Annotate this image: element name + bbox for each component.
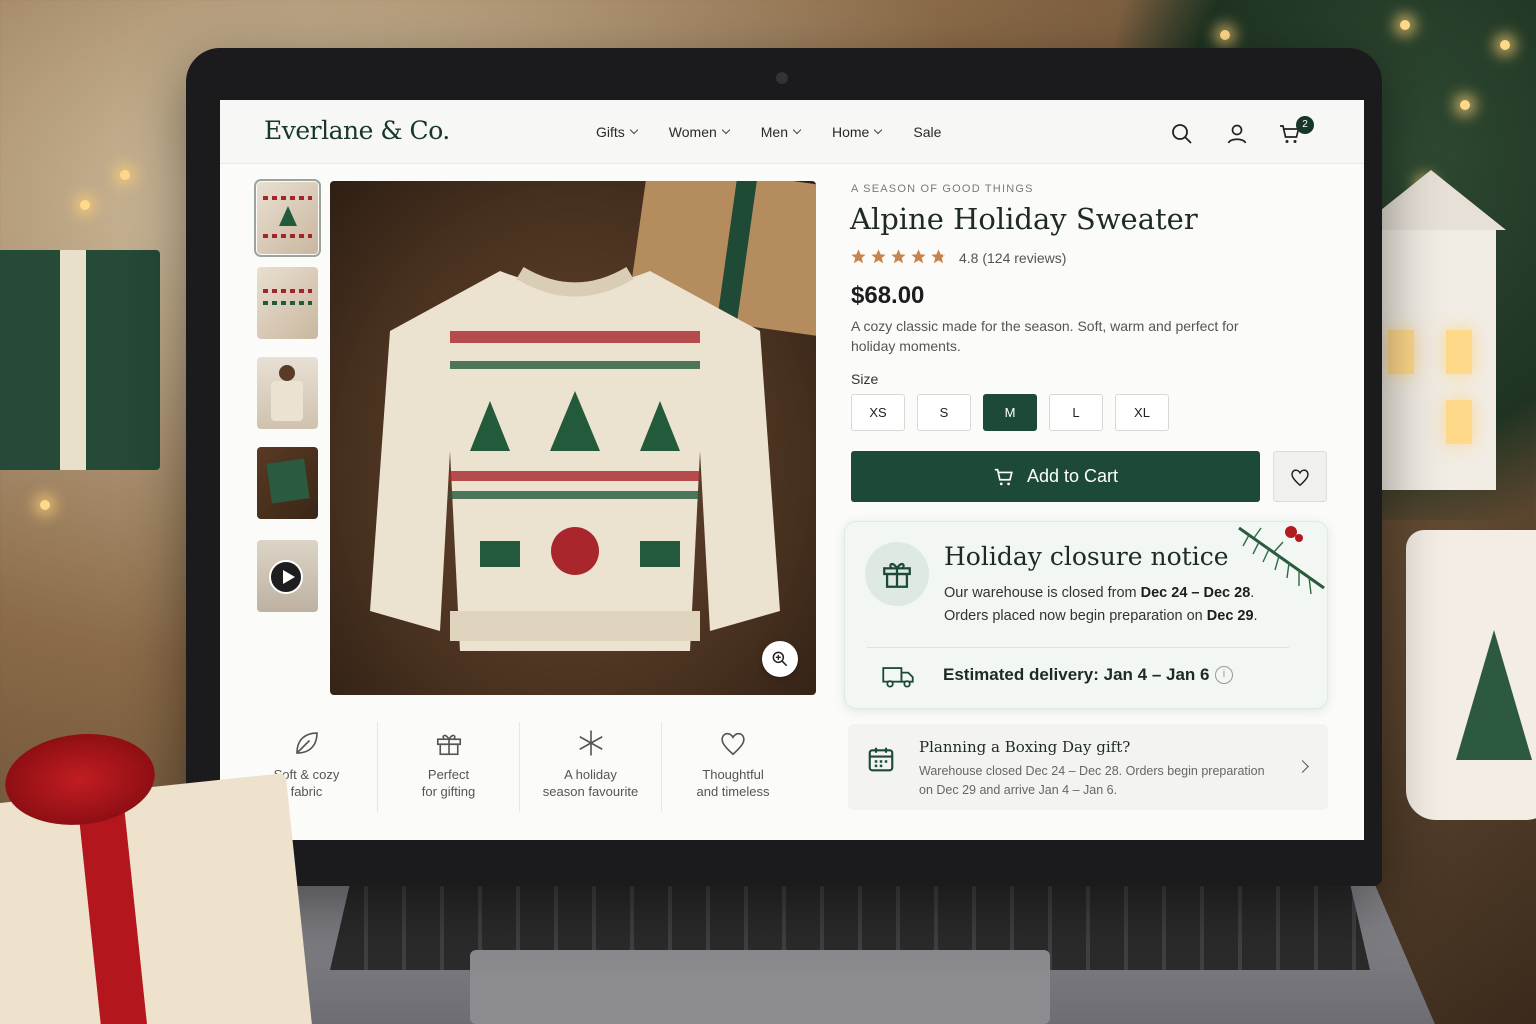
product-main-image xyxy=(330,181,816,695)
fairy-light xyxy=(120,170,130,180)
nav-link-label: Sale xyxy=(913,124,942,140)
nav-link-women[interactable]: Women xyxy=(668,124,731,140)
feature-item: A holiday season favourite xyxy=(520,722,662,812)
top-nav: Everlane & Co. Gifts Women Men Home Sale… xyxy=(220,100,1364,164)
thumbnail-gift-wrapped[interactable] xyxy=(257,447,318,519)
size-label: Size xyxy=(851,371,879,387)
size-selector: XS S M L XL xyxy=(851,394,1169,431)
rating-text[interactable]: 4.8 (124 reviews) xyxy=(959,250,1066,266)
feature-text: Thoughtful and timeless xyxy=(696,767,770,799)
search-icon[interactable] xyxy=(1170,122,1194,146)
holiday-closure-notice: Holiday closure notice Our warehouse is … xyxy=(844,521,1328,709)
fairy-light xyxy=(1460,100,1470,110)
feature-item: Perfect for gifting xyxy=(378,722,520,812)
feature-text: Perfect for gifting xyxy=(421,767,476,799)
wrapped-gift-foreground xyxy=(0,726,313,1024)
nav-links: Gifts Women Men Home Sale xyxy=(596,124,973,140)
heart-icon xyxy=(1291,468,1309,486)
fairy-light xyxy=(1400,20,1410,30)
play-icon[interactable] xyxy=(269,560,303,594)
star-icon xyxy=(871,249,886,264)
chevron-down-icon xyxy=(792,125,802,135)
fairy-light xyxy=(40,500,50,510)
size-option-s[interactable]: S xyxy=(917,394,971,431)
snowflake-icon xyxy=(578,730,603,756)
zoom-button[interactable] xyxy=(762,641,798,677)
boxing-day-card[interactable]: Planning a Boxing Day gift? Warehouse cl… xyxy=(848,724,1328,810)
thumbnail-model[interactable] xyxy=(257,357,318,429)
chevron-down-icon xyxy=(874,125,883,135)
gift-icon xyxy=(436,734,461,756)
fairy-light xyxy=(1500,40,1510,50)
notice-title: Holiday closure notice xyxy=(944,542,1229,571)
thumbnail-video[interactable] xyxy=(257,540,318,612)
add-to-cart-label: Add to Cart xyxy=(1026,466,1119,486)
star-icon xyxy=(851,249,866,264)
heart-icon xyxy=(721,732,745,756)
product-price: $68.00 xyxy=(851,282,925,309)
product-description: A cozy classic made for the season. Soft… xyxy=(851,318,1239,354)
chevron-down-icon xyxy=(721,125,731,135)
account-icon[interactable] xyxy=(1225,122,1249,146)
size-option-xl[interactable]: XL xyxy=(1115,394,1169,431)
boxing-day-title: Planning a Boxing Day gift? xyxy=(919,738,1131,756)
star-icon xyxy=(891,249,906,264)
fairy-light xyxy=(80,200,90,210)
nav-link-label: Women xyxy=(668,124,717,140)
size-option-xs[interactable]: XS xyxy=(851,394,905,431)
laptop-screen: Everlane & Co. Gifts Women Men Home Sale… xyxy=(220,100,1364,840)
ceramic-house xyxy=(1356,170,1506,490)
zoom-icon xyxy=(772,651,788,667)
star-icon xyxy=(931,249,946,264)
star-icon xyxy=(911,249,926,264)
wishlist-button[interactable] xyxy=(1273,451,1327,502)
chevron-down-icon xyxy=(629,125,639,135)
laptop-trackpad xyxy=(470,950,1050,1024)
nav-link-label: Men xyxy=(760,124,788,140)
brand-logo[interactable]: Everlane & Co. xyxy=(264,116,450,145)
truck-icon xyxy=(882,667,914,688)
nav-link-label: Home xyxy=(832,124,870,140)
estimated-delivery: Estimated delivery: Jan 4 – Jan 6 xyxy=(943,665,1210,684)
nav-link-sale[interactable]: Sale xyxy=(913,124,941,140)
feature-text: A holiday season favourite xyxy=(542,767,639,799)
size-option-m[interactable]: M xyxy=(983,394,1037,431)
laptop-camera xyxy=(776,72,788,84)
product-eyebrow: A SEASON OF GOOD THINGS xyxy=(851,183,1034,195)
sweater-image xyxy=(370,266,780,651)
calendar-icon xyxy=(868,747,894,772)
nav-link-label: Gifts xyxy=(596,124,625,140)
divider xyxy=(867,647,1289,648)
feature-item: Thoughtful and timeless xyxy=(662,722,804,812)
boxing-day-body: Warehouse closed Dec 24 – Dec 28. Orders… xyxy=(919,764,1265,797)
nav-link-gifts[interactable]: Gifts xyxy=(596,124,639,140)
cart-count-badge: 2 xyxy=(1296,116,1314,134)
star-rating xyxy=(850,248,947,265)
add-to-cart-button[interactable]: Add to Cart xyxy=(851,451,1260,502)
holiday-mug xyxy=(1406,530,1536,820)
feature-list: Soft & cozy fabric Perfect for gifting A h… xyxy=(236,722,804,812)
info-icon[interactable]: i xyxy=(1215,666,1233,684)
product-title: Alpine Holiday Sweater xyxy=(850,202,1198,236)
cart-icon xyxy=(994,468,1013,485)
thumbnail-sweater-flat[interactable] xyxy=(254,179,321,257)
chevron-right-icon xyxy=(1296,760,1309,773)
gift-icon-badge xyxy=(865,542,929,606)
gift-box-bg xyxy=(0,250,160,470)
leaf-icon xyxy=(295,732,318,754)
thumbnail-sweater-detail[interactable] xyxy=(257,267,318,339)
gift-icon xyxy=(883,562,911,588)
fairy-light xyxy=(1220,30,1230,40)
notice-body: Our warehouse is closed from Dec 24 – De… xyxy=(944,585,1258,624)
nav-link-men[interactable]: Men xyxy=(760,124,802,140)
size-option-l[interactable]: L xyxy=(1049,394,1103,431)
nav-link-home[interactable]: Home xyxy=(832,124,883,140)
